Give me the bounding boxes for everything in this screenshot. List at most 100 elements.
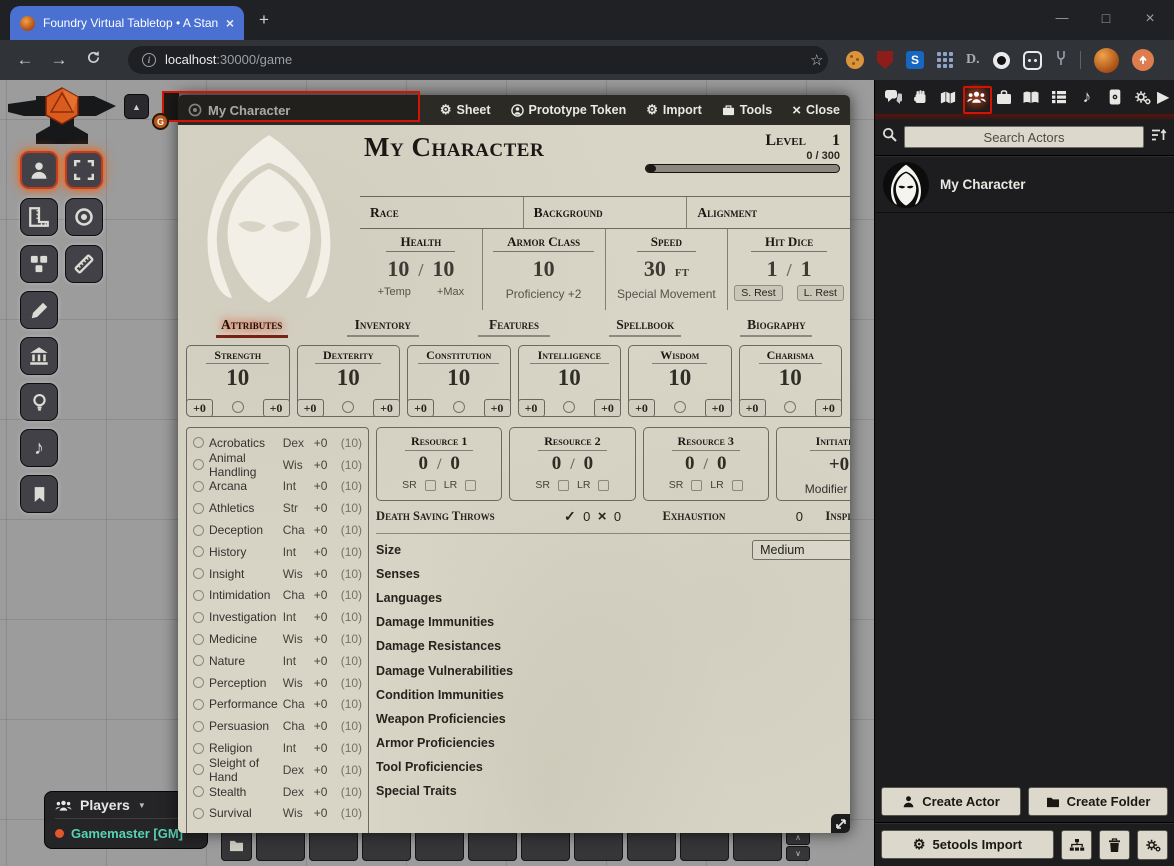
trait-tool-proficiencies[interactable]: Tool Proficiencies✎ [376, 755, 850, 779]
sidebar-collapse-icon[interactable]: ▶ [1157, 84, 1169, 110]
tab-actors[interactable] [963, 84, 989, 110]
window-minimize-button[interactable]: — [1052, 10, 1072, 25]
initiative-value[interactable]: +0 [777, 454, 850, 476]
lens-extension-icon[interactable] [993, 52, 1010, 69]
resize-handle[interactable] [831, 814, 850, 833]
macro-slot[interactable] [521, 830, 570, 861]
ability-score[interactable]: 10 [629, 365, 731, 391]
death-success-count[interactable]: 0 [576, 509, 598, 524]
skill-row[interactable]: Sleight of HandDex+0(10) [193, 759, 362, 781]
ability-strength[interactable]: Strength10+0+0 [186, 345, 290, 417]
macro-page-down-icon[interactable]: ∨ [786, 846, 810, 861]
create-actor-button[interactable]: Create Actor [881, 787, 1021, 816]
skill-row[interactable]: InvestigationInt+0(10) [193, 606, 362, 628]
close-sheet-button[interactable]: ×Close [792, 102, 840, 119]
grid-extension-icon[interactable] [937, 52, 953, 68]
short-rest-button[interactable]: S. Rest [734, 285, 782, 301]
ability-save[interactable]: +0 [594, 399, 621, 417]
race-field[interactable]: Race [360, 197, 523, 228]
window-close-button[interactable]: × [1140, 10, 1160, 28]
measure-tool-button[interactable] [65, 245, 103, 283]
ability-score[interactable]: 10 [187, 365, 289, 391]
skill-proficiency-radio[interactable] [193, 568, 204, 579]
skill-row[interactable]: IntimidationCha+0(10) [193, 585, 362, 607]
save-proficiency-radio[interactable] [784, 401, 796, 413]
folder-tree-button[interactable] [1061, 830, 1092, 860]
ability-constitution[interactable]: Constitution10+0+0 [407, 345, 511, 417]
trait-condition-immunities[interactable]: Condition Immunities✎ [376, 683, 850, 707]
skill-row[interactable]: DeceptionCha+0(10) [193, 519, 362, 541]
ability-save[interactable]: +0 [705, 399, 732, 417]
tab-compendium[interactable] [1102, 84, 1128, 110]
actor-list-item[interactable]: My Character [875, 157, 1174, 213]
trait-special-traits[interactable]: Special Traits⚙ [376, 779, 850, 803]
hit-dice-current[interactable]: 1 [767, 256, 778, 282]
long-rest-button[interactable]: L. Rest [797, 285, 844, 301]
skill-proficiency-radio[interactable] [193, 764, 204, 775]
skill-row[interactable]: ArcanaInt+0(10) [193, 476, 362, 498]
tab-spellbook[interactable]: Spellbook [580, 314, 711, 338]
tiles-tool-button[interactable] [20, 245, 58, 283]
exhaustion-value[interactable]: 0 [791, 509, 807, 524]
skill-proficiency-radio[interactable] [193, 481, 204, 492]
short-rest-checkbox[interactable] [425, 480, 436, 491]
long-rest-checkbox[interactable] [465, 480, 476, 491]
bookmark-star-icon[interactable]: ☆ [810, 51, 823, 69]
macro-slot[interactable] [733, 830, 782, 861]
hp-current[interactable]: 10 [387, 256, 409, 282]
macro-slot[interactable] [362, 830, 411, 861]
hp-tempmax-label[interactable]: +Max [437, 286, 464, 298]
save-proficiency-radio[interactable] [232, 401, 244, 413]
new-tab-button[interactable]: + [254, 10, 274, 30]
trait-damage-resistances[interactable]: Damage Resistances✎ [376, 634, 850, 658]
ability-score[interactable]: 10 [298, 365, 400, 391]
xp-text[interactable]: 0 / 300 [645, 150, 840, 162]
special-movement-label[interactable]: Special Movement [617, 287, 716, 301]
tab-settings[interactable] [1129, 84, 1155, 110]
adblock-extension-icon[interactable] [877, 51, 893, 69]
background-field[interactable]: Background [523, 197, 687, 228]
reload-button[interactable] [76, 50, 110, 70]
browser-tab[interactable]: Foundry Virtual Tabletop • A Stan × [10, 6, 244, 40]
skill-proficiency-radio[interactable] [193, 808, 204, 819]
skill-proficiency-radio[interactable] [193, 437, 204, 448]
ability-charisma[interactable]: Charisma10+0+0 [739, 345, 843, 417]
site-info-icon[interactable]: i [142, 53, 156, 67]
back-button[interactable]: ← [8, 50, 42, 70]
macro-slot[interactable] [680, 830, 729, 861]
short-rest-checkbox[interactable] [691, 480, 702, 491]
tab-biography[interactable]: Biography [711, 314, 842, 338]
size-select[interactable]: Medium▼ [752, 540, 850, 560]
ability-save[interactable]: +0 [815, 399, 842, 417]
cookie-extension-icon[interactable] [846, 51, 864, 69]
ability-save[interactable]: +0 [263, 399, 290, 417]
sheet-titlebar[interactable]: My Character ⚙Sheet Prototype Token ⚙Imp… [178, 95, 850, 125]
skill-row[interactable]: HistoryInt+0(10) [193, 541, 362, 563]
macro-slot[interactable] [415, 830, 464, 861]
save-proficiency-radio[interactable] [453, 401, 465, 413]
ability-save[interactable]: +0 [373, 399, 400, 417]
ability-dexterity[interactable]: Dexterity10+0+0 [297, 345, 401, 417]
skill-row[interactable]: NatureInt+0(10) [193, 650, 362, 672]
resource-1[interactable]: Resource 10/0SRLR [376, 427, 502, 501]
character-portrait[interactable] [178, 125, 360, 310]
ac-value[interactable]: 10 [533, 256, 555, 282]
skill-row[interactable]: StealthDex+0(10) [193, 781, 362, 803]
trait-damage-immunities[interactable]: Damage Immunities✎ [376, 610, 850, 634]
short-rest-checkbox[interactable] [558, 480, 569, 491]
prototype-token-button[interactable]: Prototype Token [511, 103, 627, 117]
resource-2[interactable]: Resource 20/0SRLR [509, 427, 635, 501]
skill-proficiency-radio[interactable] [193, 634, 204, 645]
darkreader-extension-icon[interactable]: D. [966, 52, 980, 68]
save-proficiency-radio[interactable] [342, 401, 354, 413]
tab-attributes[interactable]: Attributes [186, 314, 317, 338]
death-fail-icon[interactable]: × [598, 508, 607, 525]
long-rest-checkbox[interactable] [598, 480, 609, 491]
hp-temp-label[interactable]: +Temp [378, 286, 411, 298]
nav-collapse-button[interactable]: ▲ [124, 94, 149, 119]
skill-proficiency-radio[interactable] [193, 546, 204, 557]
skill-row[interactable]: MedicineWis+0(10) [193, 628, 362, 650]
speed-value[interactable]: 30 [644, 256, 666, 282]
tab-inventory[interactable]: Inventory [317, 314, 448, 338]
address-bar[interactable]: i localhost:30000/game [128, 46, 828, 74]
